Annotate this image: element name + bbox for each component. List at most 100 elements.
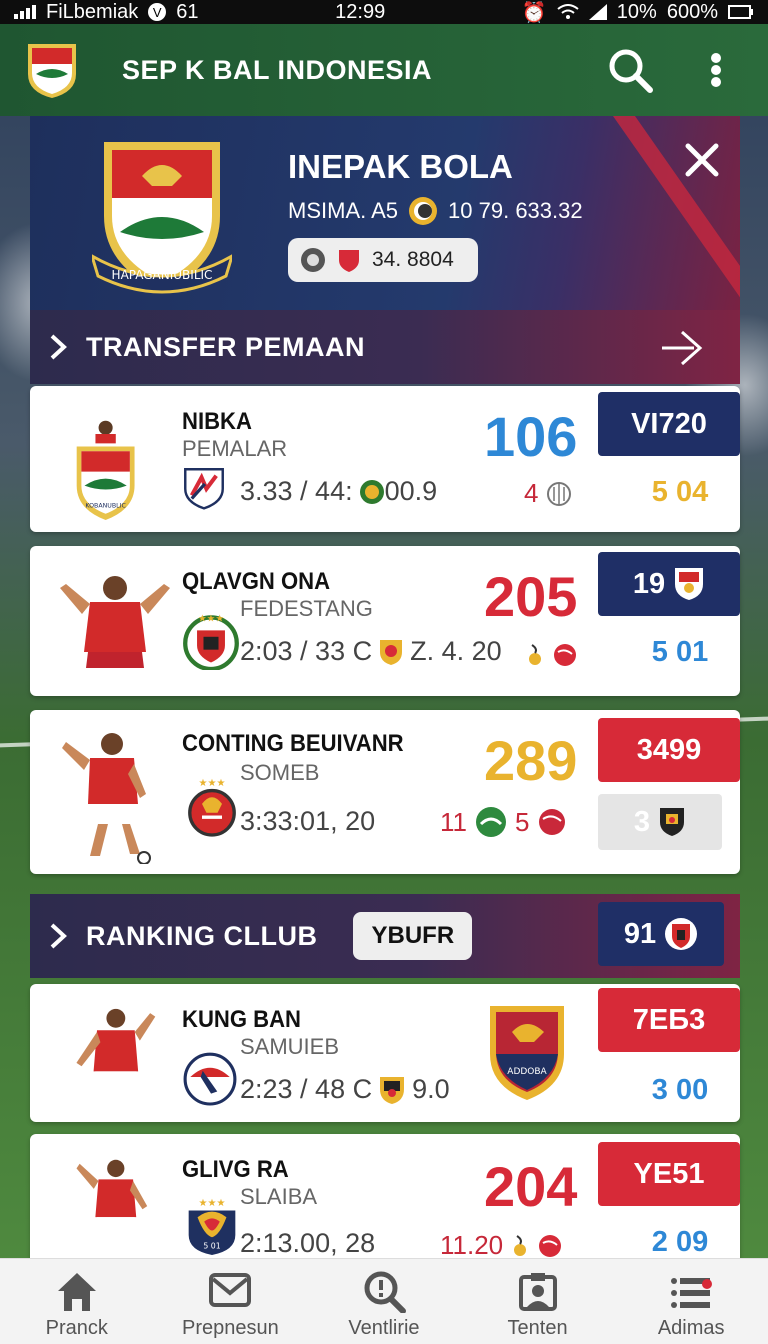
- search-icon: [364, 1271, 406, 1313]
- arrow-right-icon[interactable]: [658, 324, 706, 372]
- close-icon[interactable]: [682, 140, 722, 180]
- stats-extra: 00.9: [384, 476, 438, 506]
- season-label: MSIMA. A5: [288, 198, 399, 223]
- player-position: SOMEB: [240, 760, 320, 785]
- carrier-label: FiLbemiak: [46, 0, 139, 23]
- club-position: SAMUIEB: [240, 1034, 340, 1059]
- goals-value: 11: [440, 806, 467, 837]
- mail-icon: [209, 1273, 252, 1307]
- player-stats: 3.33 / 44: 00.9: [240, 476, 437, 507]
- player-tag[interactable]: 3499: [598, 718, 740, 782]
- stats-time: 2:13.00, 28: [240, 1228, 376, 1258]
- nav-label: Pranck: [45, 1317, 108, 1339]
- medal-icon: [359, 479, 384, 504]
- transfer-section-header[interactable]: TRANSFER PEMAAN: [30, 310, 740, 384]
- player-position: FEDESTANG: [240, 596, 373, 621]
- player-sub-tag[interactable]: 3: [598, 794, 722, 850]
- app-bar: SEP K BAL INDONESIA: [0, 24, 768, 116]
- player-tag[interactable]: 19: [598, 552, 740, 616]
- player-sub-value: 5 04: [651, 476, 709, 508]
- club-score: 204: [484, 1154, 577, 1219]
- club-stats: 2:23 / 48 C 9.0: [240, 1074, 450, 1105]
- club-badge-icon: [660, 808, 685, 836]
- shield-icon: [380, 639, 403, 665]
- club-header-card: HAPAGANIUBILIC INEPAK BOLA MSIMA. A5 10 …: [30, 116, 740, 316]
- player-sub-value: 5 01: [651, 636, 709, 668]
- app-logo-icon[interactable]: [24, 40, 80, 100]
- player-tag[interactable]: VI720: [598, 392, 740, 456]
- club-badge-icon: [183, 1052, 237, 1106]
- player-position: PEMALAR: [182, 436, 288, 461]
- crest-text: HAPAGANIUBILIC: [112, 268, 213, 282]
- stats-time: 3:33:01, 20: [240, 806, 376, 836]
- chevron-right-icon: [50, 923, 67, 949]
- club-name: INEPAK BOLA: [288, 148, 513, 185]
- nav-label: Ventlirie: [348, 1317, 420, 1339]
- player-photo: [76, 1008, 156, 1087]
- club-tag[interactable]: 7EБ3: [598, 988, 740, 1052]
- ranking-section-header[interactable]: RANKING CLLUB YBUFR 91: [30, 894, 740, 978]
- badge-text: 5 01: [203, 1241, 220, 1250]
- player-score: 106: [484, 405, 578, 468]
- assists-value: 5: [515, 806, 530, 837]
- status-extra: 61: [176, 0, 199, 23]
- nav-label: Adimas: [657, 1317, 725, 1339]
- club-card[interactable]: KUNG BAN SAMUIEB 2:23 / 48 C 9.0 ADDOBA …: [30, 984, 740, 1122]
- club-tag[interactable]: YE51: [598, 1142, 740, 1206]
- club-small-value: 11.20: [440, 1230, 504, 1260]
- player-photo: [60, 576, 170, 668]
- nav-item-home[interactable]: Pranck: [0, 1259, 154, 1344]
- shield-icon: [339, 250, 359, 272]
- stats-time: 3.33 / 44:: [240, 476, 353, 506]
- crest-text: ADDOBA: [507, 1067, 547, 1077]
- svg-text:★★★: ★★★: [199, 1198, 226, 1209]
- nav-item-profile[interactable]: Tenten: [461, 1259, 615, 1344]
- stats-time: 2:23 / 48 C: [240, 1074, 373, 1104]
- coin-icon: [409, 197, 438, 225]
- battery-icon: [727, 5, 753, 19]
- ranking-tag[interactable]: 91: [598, 902, 724, 966]
- club-badge-icon: ★★★ 5 01: [188, 1198, 236, 1255]
- whistle-icon: [514, 1234, 527, 1256]
- club-points: 34. 8804: [372, 248, 454, 271]
- ball-icon: [554, 644, 576, 666]
- club-name: GLIVG RA: [182, 1156, 289, 1183]
- shield-icon: [380, 1076, 405, 1104]
- nav-item-more[interactable]: Adimas: [614, 1259, 768, 1344]
- ranking-filter-chip[interactable]: YBUFR: [353, 912, 473, 960]
- svg-text:★★★: ★★★: [199, 778, 226, 789]
- player-score: 205: [484, 565, 578, 628]
- search-icon: [609, 49, 653, 93]
- transfer-section-label: TRANSFER PEMAAN: [86, 331, 366, 362]
- more-menu-button[interactable]: [688, 42, 744, 98]
- club-points-pill[interactable]: 34. 8804: [288, 238, 478, 282]
- ball-icon: [539, 809, 566, 835]
- battery-label: 600%: [666, 0, 718, 23]
- club-sub-value: 3 00: [651, 1074, 709, 1106]
- chevron-right-icon: [50, 334, 67, 360]
- club-icons: 11.20: [440, 1230, 563, 1261]
- player-card[interactable]: CONTING BEUIVANR SOMEB ★★★ 3:33:01, 20 2…: [30, 710, 740, 874]
- club-name: KUNG BAN: [182, 1006, 301, 1033]
- club-crest-icon: HAPAGANIUBILIC: [92, 142, 232, 294]
- tag-value: 19: [632, 567, 666, 600]
- stats-time: 2:03 / 33 C: [240, 636, 373, 666]
- notification-dot: [701, 1279, 712, 1289]
- ranking-section-label: RANKING CLLUB: [86, 920, 318, 951]
- ball-icon: [301, 248, 325, 272]
- nav-label: Prepnesun: [182, 1317, 279, 1339]
- season-info: MSIMA. A5 10 79. 633.32: [288, 196, 583, 226]
- player-card[interactable]: QLAVGN ONA FEDESTANG ★★★ 2:03 / 33 C Z. …: [30, 546, 740, 696]
- club-score-prefix: 204: [484, 1155, 578, 1218]
- clock: 12:99: [335, 0, 386, 23]
- goals-value: 4: [524, 478, 539, 508]
- club-card[interactable]: GLIVG RA SLAIBA ★★★ 5 01 2:13.00, 28 204…: [30, 1134, 740, 1261]
- player-card[interactable]: KOBANUBLIC NIBKA PEMALAR 3.33 / 44: 00.9…: [30, 386, 740, 532]
- nav-item-search[interactable]: Ventlirie: [307, 1259, 461, 1344]
- club-badge-icon: [665, 918, 698, 950]
- search-button[interactable]: [602, 42, 658, 98]
- home-icon: [57, 1273, 96, 1311]
- nav-item-messages[interactable]: Prepnesun: [154, 1259, 308, 1344]
- club-badge-icon: [675, 568, 704, 600]
- player-name: QLAVGN ONA: [182, 568, 331, 595]
